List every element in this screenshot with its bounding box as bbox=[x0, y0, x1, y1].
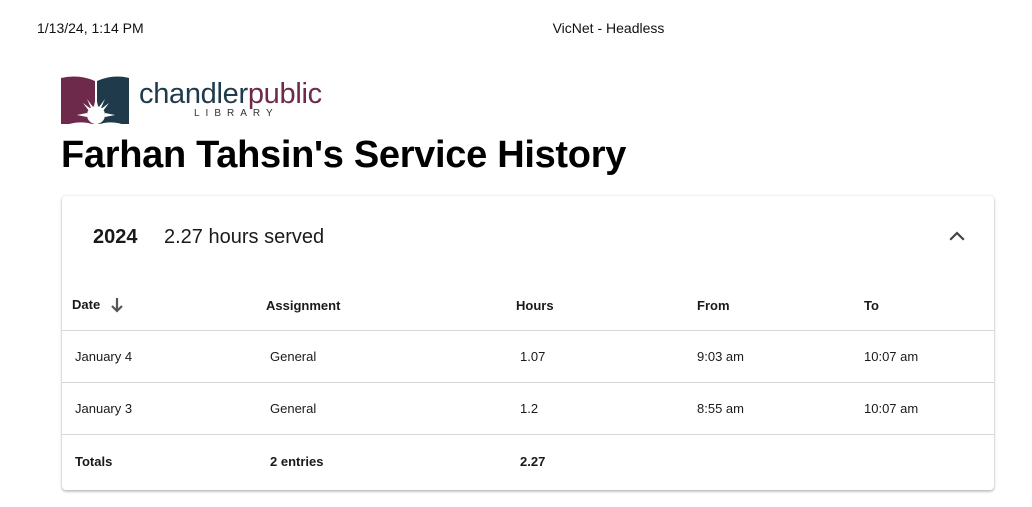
logo-subtitle: LIBRARY bbox=[194, 108, 279, 119]
cell-hours: 1.07 bbox=[516, 330, 697, 383]
panel-hours-served: 2.27 hours served bbox=[164, 226, 325, 248]
totals-entries: 2 entries bbox=[270, 453, 324, 469]
cell-date: January 3 bbox=[62, 382, 266, 435]
column-header-to[interactable]: To bbox=[864, 280, 994, 331]
service-history-table: Date Assignment Hours From To January 4 … bbox=[62, 280, 994, 487]
column-header-from[interactable]: From bbox=[697, 280, 864, 331]
cell-from: 8:55 am bbox=[697, 382, 864, 435]
arrow-down-icon[interactable] bbox=[110, 297, 124, 313]
cell-assignment: General bbox=[266, 382, 516, 435]
panel-year: 2024 bbox=[93, 226, 138, 248]
cell-to: 10:07 am bbox=[864, 382, 994, 435]
panel-header[interactable]: 2024 2.27 hours served bbox=[62, 196, 994, 280]
print-header: 1/13/24, 1:14 PM VicNet - Headless bbox=[0, 0, 1032, 40]
chevron-up-icon bbox=[949, 231, 965, 241]
library-logo: chandlerpublic LIBRARY bbox=[61, 75, 322, 129]
cell-from: 9:03 am bbox=[697, 330, 864, 383]
cell-date: January 4 bbox=[62, 330, 266, 383]
service-year-panel: 2024 2.27 hours served Date Assignment H… bbox=[62, 196, 994, 490]
logo-wordmark: chandlerpublic bbox=[139, 77, 322, 111]
collapse-toggle-button[interactable] bbox=[942, 220, 972, 250]
print-window-title: VicNet - Headless bbox=[552, 20, 665, 36]
column-header-date-label: Date bbox=[72, 297, 101, 313]
table-row: January 4 General 1.07 9:03 am 10:07 am bbox=[62, 330, 994, 383]
totals-to-empty bbox=[864, 435, 994, 488]
column-header-date[interactable]: Date bbox=[62, 280, 266, 331]
cell-assignment: General bbox=[266, 330, 516, 383]
totals-label: Totals bbox=[75, 453, 113, 469]
totals-from-empty bbox=[697, 435, 864, 488]
cell-hours: 1.2 bbox=[516, 382, 697, 435]
cell-to: 10:07 am bbox=[864, 330, 994, 383]
column-header-hours[interactable]: Hours bbox=[516, 280, 697, 331]
open-book-sun-icon bbox=[61, 76, 131, 129]
table-row: January 3 General 1.2 8:55 am 10:07 am bbox=[62, 382, 994, 435]
totals-hours: 2.27 bbox=[520, 453, 546, 469]
totals-row: Totals 2 entries 2.27 bbox=[62, 435, 994, 488]
column-header-assignment[interactable]: Assignment bbox=[266, 280, 516, 331]
table-header-row: Date Assignment Hours From To bbox=[62, 280, 994, 331]
logo-word-public: public bbox=[247, 78, 322, 110]
page-title: Farhan Tahsin's Service History bbox=[61, 134, 627, 176]
logo-word-chandler: chandler bbox=[139, 78, 248, 110]
